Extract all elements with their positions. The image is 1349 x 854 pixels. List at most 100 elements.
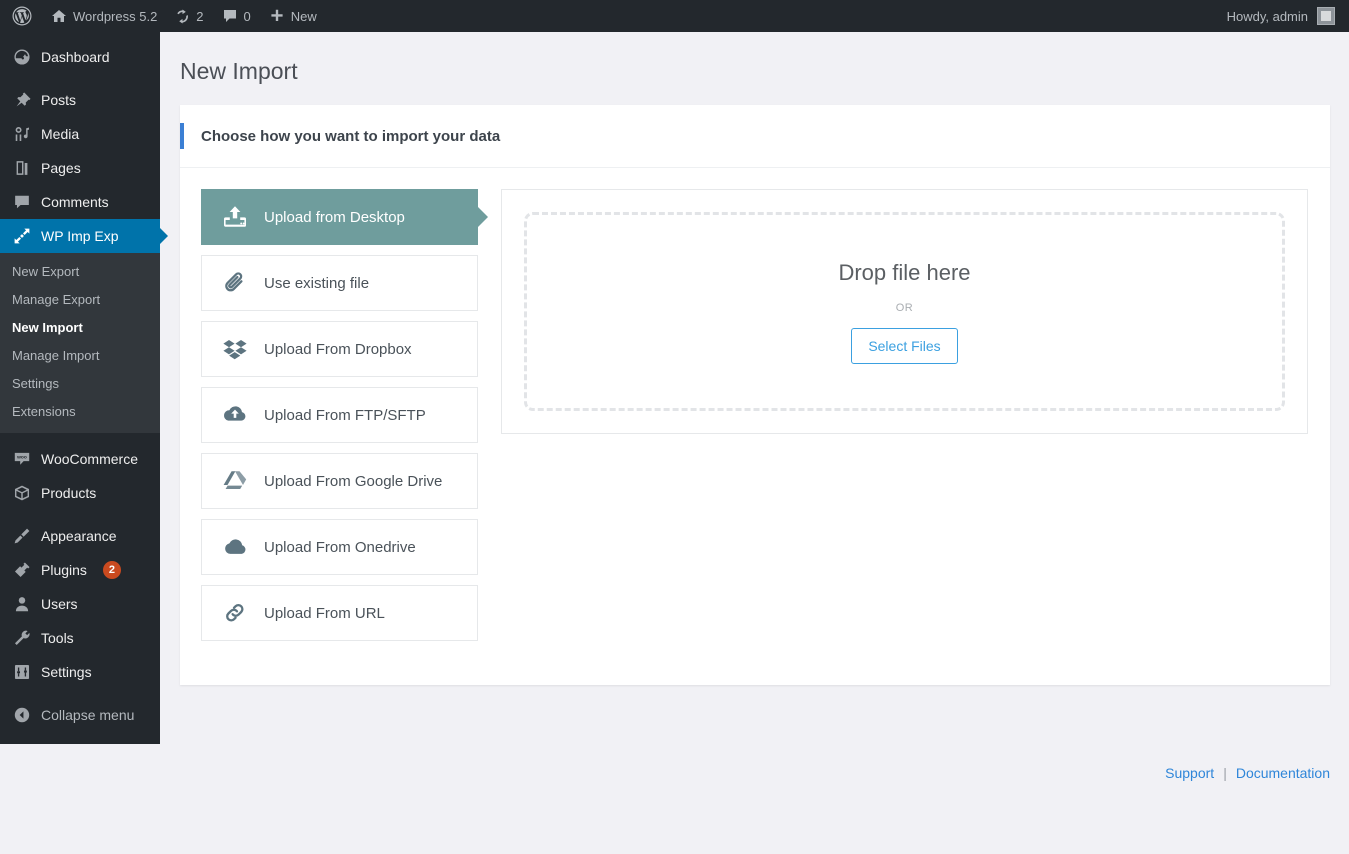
method-label: Upload From Onedrive (264, 539, 416, 556)
documentation-link[interactable]: Documentation (1236, 765, 1330, 781)
footer-links: Support | Documentation (1165, 765, 1330, 781)
site-name-label: Wordpress 5.2 (73, 9, 157, 24)
method-upload-from-google-drive[interactable]: Upload From Google Drive (201, 453, 478, 509)
sidebar-item-appearance[interactable]: Appearance (0, 519, 160, 553)
method-label: Upload From URL (264, 605, 385, 622)
cloud-upload-icon (220, 402, 250, 428)
method-use-existing-file[interactable]: Use existing file (201, 255, 478, 311)
sidebar-item-label: Settings (41, 664, 92, 680)
updates-count: 2 (196, 9, 203, 24)
sidebar-item-comments[interactable]: Comments (0, 185, 160, 219)
sidebar-item-wp-imp-exp[interactable]: WP Imp Exp (0, 219, 160, 253)
sidebar-item-settings[interactable]: Settings (0, 655, 160, 689)
select-files-button[interactable]: Select Files (851, 328, 957, 364)
submenu-item-settings[interactable]: Settings (0, 370, 160, 398)
main-content: New Import Choose how you want to import… (160, 32, 1349, 854)
menu-separator (0, 74, 160, 83)
dropzone-or-label: OR (896, 302, 914, 314)
users-icon (12, 595, 32, 613)
sidebar-item-woocommerce[interactable]: woo WooCommerce (0, 442, 160, 476)
sidebar-item-posts[interactable]: Posts (0, 83, 160, 117)
plus-icon (269, 8, 285, 24)
sidebar-item-label: Plugins (41, 562, 87, 578)
cloud-icon (220, 534, 250, 560)
submenu-item-manage-export[interactable]: Manage Export (0, 286, 160, 314)
method-upload-from-dropbox[interactable]: Upload From Dropbox (201, 321, 478, 377)
method-upload-from-onedrive[interactable]: Upload From Onedrive (201, 519, 478, 575)
menu-separator (0, 433, 160, 442)
support-link[interactable]: Support (1165, 765, 1214, 781)
import-method-list: Upload from Desktop Use existing file (201, 189, 478, 651)
sidebar-item-label: Collapse menu (41, 707, 134, 723)
comments-icon (12, 193, 32, 211)
site-name-button[interactable]: Wordpress 5.2 (42, 0, 166, 32)
sidebar-item-collapse-menu[interactable]: Collapse menu (0, 698, 160, 732)
sidebar-item-label: Comments (41, 194, 109, 210)
import-export-icon (12, 227, 32, 245)
wordpress-logo-button[interactable] (0, 0, 42, 32)
admin-bar: Wordpress 5.2 2 0 New Howdy, admin (0, 0, 1349, 32)
sidebar-item-label: Dashboard (41, 49, 110, 65)
wordpress-icon (12, 6, 32, 26)
sidebar-item-plugins[interactable]: Plugins 2 (0, 553, 160, 587)
submenu-item-new-import[interactable]: New Import (0, 314, 160, 342)
sidebar-item-label: Tools (41, 630, 74, 646)
sidebar-item-dashboard[interactable]: Dashboard (0, 40, 160, 74)
sidebar-item-label: Media (41, 126, 79, 142)
link-icon (220, 600, 250, 626)
submenu-item-extensions[interactable]: Extensions (0, 398, 160, 426)
footer-divider: | (1223, 765, 1227, 781)
upload-tray-icon (220, 204, 250, 230)
method-label: Upload From FTP/SFTP (264, 407, 426, 424)
settings-icon (12, 663, 32, 681)
updates-icon (175, 9, 190, 24)
sidebar-item-tools[interactable]: Tools (0, 621, 160, 655)
wp-imp-exp-submenu: New Export Manage Export New Import Mana… (0, 253, 160, 433)
dropzone-title: Drop file here (838, 260, 970, 286)
card-header-title: Choose how you want to import your data (180, 128, 500, 145)
sidebar-item-label: Pages (41, 160, 81, 176)
card-header: Choose how you want to import your data (180, 105, 1330, 168)
home-icon (51, 8, 67, 24)
updates-button[interactable]: 2 (166, 0, 212, 32)
paperclip-icon (220, 270, 250, 296)
sidebar-item-label: WP Imp Exp (41, 228, 119, 244)
new-content-button[interactable]: New (260, 0, 326, 32)
new-content-label: New (291, 9, 317, 24)
method-upload-from-url[interactable]: Upload From URL (201, 585, 478, 641)
menu-separator (0, 510, 160, 519)
google-drive-icon (220, 468, 250, 494)
pages-icon (12, 159, 32, 177)
card-body: Upload from Desktop Use existing file (180, 168, 1330, 685)
howdy-label: Howdy, admin (1227, 9, 1308, 24)
sidebar-item-label: Posts (41, 92, 76, 108)
menu-separator (0, 689, 160, 698)
tools-icon (12, 629, 32, 647)
svg-text:woo: woo (16, 456, 27, 461)
comments-button[interactable]: 0 (213, 0, 260, 32)
sidebar-item-products[interactable]: Products (0, 476, 160, 510)
woocommerce-icon: woo (12, 450, 32, 468)
admin-sidebar: Dashboard Posts Media Pages (0, 32, 160, 744)
method-upload-from-desktop[interactable]: Upload from Desktop (201, 189, 478, 245)
account-menu[interactable]: Howdy, admin (1227, 7, 1349, 25)
comments-count: 0 (244, 9, 251, 24)
submenu-item-new-export[interactable]: New Export (0, 258, 160, 286)
sidebar-item-media[interactable]: Media (0, 117, 160, 151)
upload-panel: Drop file here OR Select Files (501, 189, 1308, 434)
page-title: New Import (160, 32, 1349, 86)
products-icon (12, 484, 32, 502)
dashboard-icon (12, 48, 32, 66)
plugins-icon (12, 561, 32, 579)
appearance-icon (12, 527, 32, 545)
method-label: Upload From Google Drive (264, 473, 442, 490)
dropbox-icon (220, 336, 250, 362)
plugins-update-badge: 2 (103, 561, 121, 579)
sidebar-item-pages[interactable]: Pages (0, 151, 160, 185)
file-dropzone[interactable]: Drop file here OR Select Files (524, 212, 1285, 411)
submenu-item-manage-import[interactable]: Manage Import (0, 342, 160, 370)
method-label: Use existing file (264, 275, 369, 292)
sidebar-item-label: Products (41, 485, 96, 501)
sidebar-item-users[interactable]: Users (0, 587, 160, 621)
method-upload-from-ftp-sftp[interactable]: Upload From FTP/SFTP (201, 387, 478, 443)
